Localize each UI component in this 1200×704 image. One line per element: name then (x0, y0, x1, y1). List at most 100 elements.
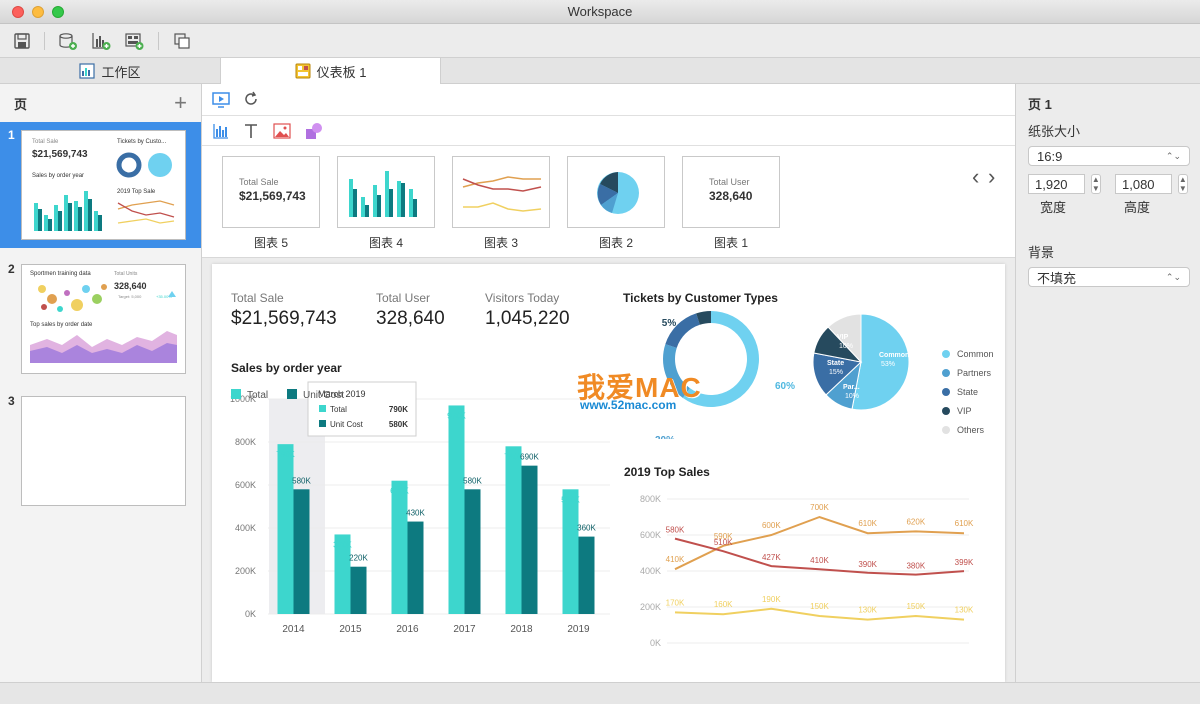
add-chart-icon[interactable] (91, 31, 111, 51)
tooltip-series-name: Unit Cost (330, 420, 364, 429)
page-preview: Total Sale $21,569,743 Tickets by Custo.… (21, 130, 186, 240)
gallery-next-button[interactable]: › (988, 164, 995, 190)
app-window: Workspace 工作区 仪表板 1 页 + 1 Total Sale $21… (0, 0, 1200, 704)
line-point-label: 600K (762, 521, 781, 530)
pages-panel: 页 + 1 Total Sale $21,569,743 Tickets by … (0, 84, 202, 682)
gallery-label: 图表 3 (483, 236, 518, 250)
add-dashboard-icon[interactable] (124, 31, 144, 51)
legend-label: VIP (957, 406, 972, 416)
legend-dot (942, 407, 950, 415)
tab-workspace[interactable]: 工作区 (0, 58, 220, 84)
y-tick-label: 0K (245, 609, 256, 619)
legend-swatch-total (231, 389, 241, 399)
legend-label: Total (247, 390, 268, 401)
y-tick-label: 600K (640, 530, 661, 540)
x-tick-label: 2018 (510, 624, 533, 635)
insert-text-icon[interactable] (242, 122, 260, 140)
line-point-label: 410K (666, 555, 685, 564)
bar-value-label: 970K (447, 411, 466, 420)
legend-label: State (957, 387, 978, 397)
chevron-updown-icon: ⌃⌄ (1165, 150, 1181, 161)
bar-total (391, 480, 408, 614)
legend-label: Others (957, 425, 985, 435)
page-thumbnail-1[interactable]: 1 Total Sale $21,569,743 Tickets by Cust… (0, 122, 201, 248)
line-point-label: 390K (858, 560, 877, 569)
pie-slice-pct: 53% (881, 361, 895, 368)
tickets-chart-title: Tickets by Customer Types (623, 291, 778, 305)
tooltip-series-name: Total (330, 405, 347, 414)
x-tick-label: 2015 (339, 624, 362, 635)
height-stepper[interactable]: ▲ ▼ (1177, 174, 1188, 194)
paper-size-select[interactable]: 16:9 ⌃⌄ (1028, 146, 1190, 166)
card-kpi-value: 328,640 (709, 189, 753, 203)
add-datasource-icon[interactable] (58, 31, 78, 51)
insert-chart-icon[interactable] (212, 122, 230, 140)
legend-label: Unit Cost (303, 390, 344, 401)
document-tabs: 工作区 仪表板 1 (0, 58, 1200, 84)
bar-unit-cost (521, 465, 538, 614)
legend-dot (942, 388, 950, 396)
top-sales-line-chart[interactable]: 0K200K400K600K800K410K590K600K700K610K 62… (617, 489, 1005, 659)
bar-total (448, 405, 465, 614)
page-thumbnail-3[interactable]: 3 (0, 388, 201, 514)
pages-title: 页 (14, 96, 28, 112)
kpi-label: Visitors Today (485, 291, 560, 305)
gallery-label: 图表 2 (598, 236, 633, 250)
insert-toolbar (202, 116, 1015, 146)
line-point-label: 380K (906, 562, 925, 571)
mini-bar-chart (349, 171, 417, 217)
preview-icon[interactable] (212, 91, 230, 109)
line-point-label: 130K (955, 606, 974, 615)
tab-dashboard-1[interactable]: 仪表板 1 (220, 58, 441, 84)
line-point-label: 610K (955, 519, 974, 528)
width-input[interactable]: 1,920 (1028, 174, 1085, 194)
line-point-label: 610K (858, 519, 877, 528)
insert-image-icon[interactable] (273, 122, 291, 140)
pie-slice-label: VIP (837, 334, 849, 341)
bar-unit-cost (350, 566, 367, 614)
paper-size-label: 纸张大小 (1028, 124, 1081, 139)
line-point-label: 130K (858, 606, 877, 615)
page-thumbnail-2[interactable]: 2 Sportmen training data Total Units 328… (0, 256, 201, 382)
top-sales-chart-title: 2019 Top Sales (624, 465, 710, 479)
height-input[interactable]: 1,080 (1115, 174, 1172, 194)
line-point-label: 150K (906, 602, 925, 611)
gallery-card-chart-3[interactable] (452, 156, 550, 228)
y-tick-label: 400K (640, 566, 661, 576)
title-bar: Workspace (0, 0, 1200, 24)
gallery-card-chart-2[interactable] (567, 156, 665, 228)
gallery-card-chart-1[interactable]: Total User 328,640 (682, 156, 780, 228)
dashboard-canvas[interactable]: Total Sale $21,569,743 Total User 328,64… (212, 264, 1005, 682)
insert-shape-icon[interactable] (304, 121, 324, 141)
bar-value-label: 360K (577, 524, 596, 533)
background-select[interactable]: 不填充 ⌃⌄ (1028, 267, 1190, 287)
legend-label: Partners (957, 368, 992, 378)
gallery-prev-button[interactable]: ‹ (972, 164, 979, 190)
workspace-icon (79, 63, 96, 79)
bar-total (505, 446, 522, 614)
add-page-button[interactable]: + (174, 90, 187, 116)
bar-value-label: 580K (561, 495, 580, 504)
size-inputs: 1,920 ▲ ▼ 1,080 ▲ ▼ (1028, 174, 1188, 194)
x-tick-label: 2019 (567, 624, 590, 635)
thumb-graphics (30, 284, 177, 363)
watermark-url: www.52mac.com (580, 398, 677, 412)
x-tick-label: 2017 (453, 624, 476, 635)
page-preview: Sportmen training data Total Units 328,6… (21, 264, 186, 374)
legend-dot (942, 369, 950, 377)
refresh-icon[interactable] (242, 90, 260, 108)
line-point-label: 620K (906, 517, 925, 526)
save-icon[interactable] (12, 31, 32, 51)
gallery-card-chart-4[interactable] (337, 156, 435, 228)
height-label: 高度 (1124, 200, 1151, 215)
width-label: 宽度 (1040, 200, 1067, 215)
legend-label: Common (957, 349, 994, 359)
width-stepper[interactable]: ▲ ▼ (1090, 174, 1101, 194)
sales-bar-chart[interactable]: 0K200K400K600K800K1000K790K580K2014370K2… (212, 379, 617, 679)
page-preview (21, 396, 186, 506)
bar-value-label: 620K (390, 487, 409, 496)
gallery-card-chart-5[interactable]: Total Sale $21,569,743 (222, 156, 320, 228)
y-tick-label: 600K (235, 480, 256, 490)
duplicate-icon[interactable] (172, 31, 192, 51)
line-point-label: 170K (666, 598, 685, 607)
